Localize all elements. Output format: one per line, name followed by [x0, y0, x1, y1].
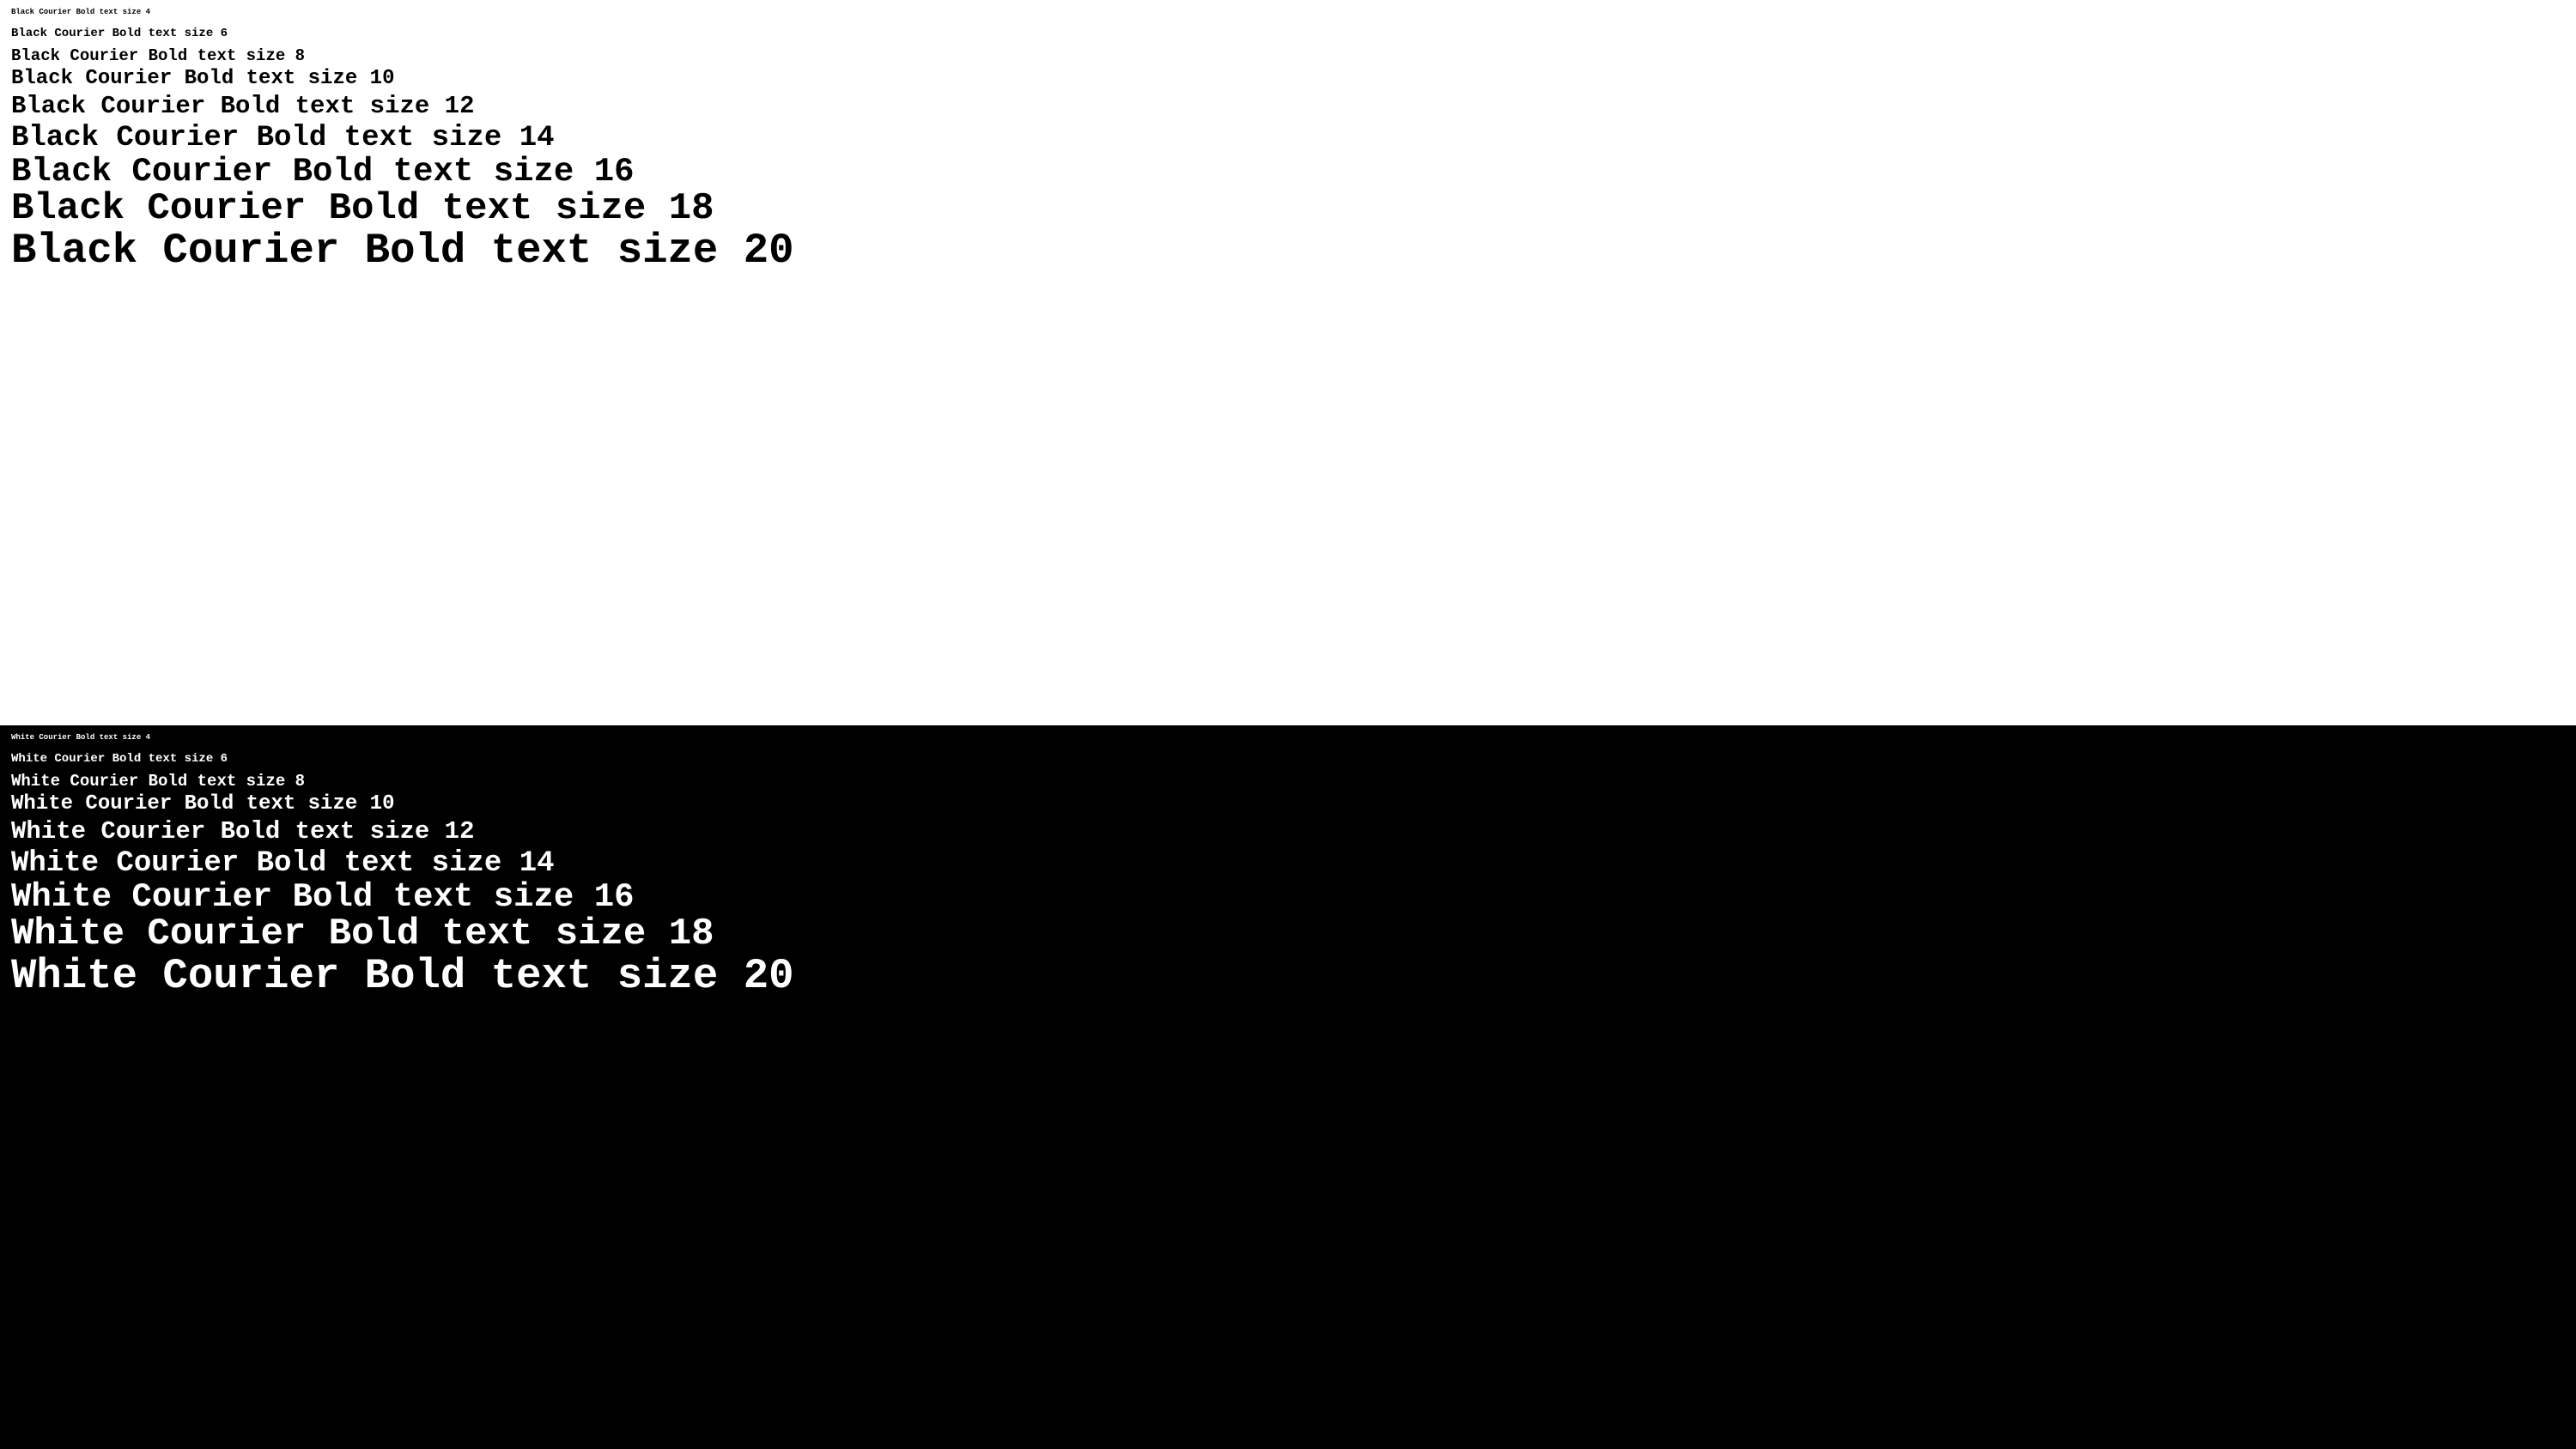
specimen-line-black-size-10: Black Courier Bold text size 10 — [11, 67, 395, 90]
font-specimen-sheet: Black Courier Bold text size 4 Black Cou… — [0, 0, 2576, 1449]
specimen-line-white-size-14: White Courier Bold text size 14 — [11, 847, 555, 880]
specimen-line-white-size-6: White Courier Bold text size 6 — [11, 752, 228, 766]
specimen-line-black-size-4: Black Courier Bold text size 4 — [11, 8, 151, 16]
specimen-line-white-size-18: White Courier Bold text size 18 — [11, 912, 714, 955]
specimen-line-black-size-16: Black Courier Bold text size 16 — [11, 153, 635, 191]
specimen-line-black-size-12: Black Courier Bold text size 12 — [11, 92, 475, 120]
specimen-line-black-size-6: Black Courier Bold text size 6 — [11, 27, 228, 40]
specimen-line-white-size-4: White Courier Bold text size 4 — [11, 733, 151, 742]
specimen-line-white-size-10: White Courier Bold text size 10 — [11, 792, 395, 815]
specimen-line-black-size-20: Black Courier Bold text size 20 — [11, 227, 794, 275]
black-text-specimen-panel: Black Courier Bold text size 4 Black Cou… — [0, 0, 2576, 725]
specimen-line-white-size-8: White Courier Bold text size 8 — [11, 772, 306, 791]
specimen-line-black-size-8: Black Courier Bold text size 8 — [11, 46, 306, 65]
specimen-line-black-size-18: Black Courier Bold text size 18 — [11, 187, 714, 230]
specimen-line-white-size-12: White Courier Bold text size 12 — [11, 817, 475, 846]
specimen-line-black-size-14: Black Courier Bold text size 14 — [11, 122, 555, 155]
specimen-line-white-size-16: White Courier Bold text size 16 — [11, 878, 635, 916]
specimen-line-white-size-20: White Courier Bold text size 20 — [11, 952, 794, 1000]
white-text-specimen-panel: White Courier Bold text size 4 White Cou… — [0, 725, 2576, 1449]
